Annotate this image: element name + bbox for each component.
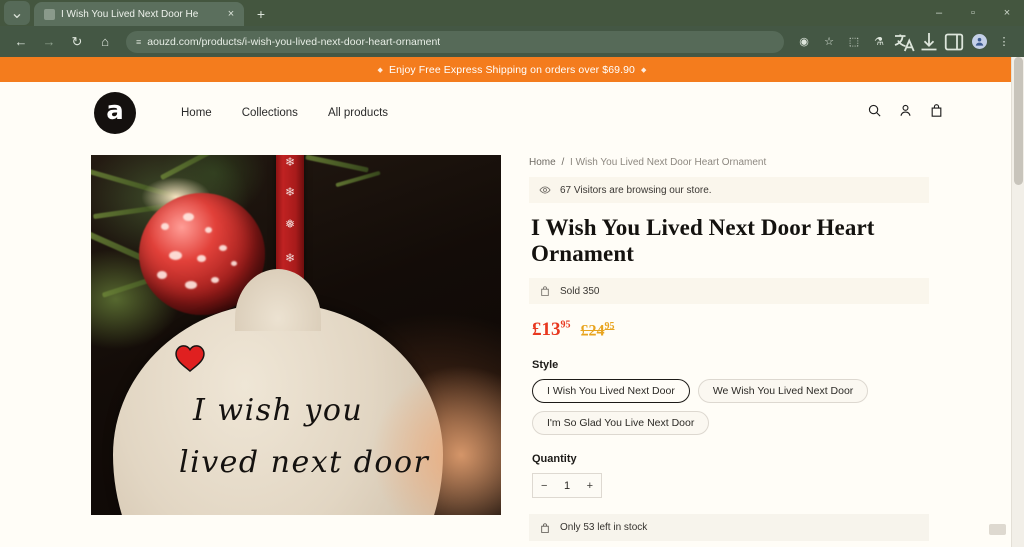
cart-bag-icon[interactable] [929, 103, 944, 123]
snowflake-icon: ❄ [284, 251, 296, 265]
account-icon[interactable] [898, 103, 913, 123]
style-option-1[interactable]: I Wish You Lived Next Door [532, 379, 690, 403]
promo-dot-right-icon: ◆ [640, 66, 647, 74]
scrollbar-thumb[interactable] [1014, 57, 1023, 185]
floating-widget-button[interactable] [989, 524, 1006, 535]
page-title: I Wish You Lived Next Door Heart Ornamen… [531, 215, 875, 266]
close-window-button[interactable]: × [990, 0, 1024, 26]
tab-title: I Wish You Lived Next Door He [61, 8, 199, 20]
current-price: £1395 [532, 319, 571, 341]
breadcrumb-separator: / [561, 157, 565, 168]
warm-bokeh [371, 365, 501, 515]
quantity-label: Quantity [532, 453, 577, 465]
breadcrumb-current: I Wish You Lived Next Door Heart Ornamen… [570, 157, 767, 168]
sold-text: Sold 350 [560, 285, 600, 297]
product-hero-image[interactable]: ❄ ❄ ❅ ❄ ❅ ❄ I wish you lived next door [91, 155, 501, 515]
stock-notice: Only 53 left in stock [529, 514, 929, 541]
minimize-button[interactable]: – [922, 0, 956, 26]
original-price-cents: 95 [604, 320, 615, 332]
quantity-decrement-button[interactable]: − [541, 480, 547, 492]
tracking-protection-icon[interactable]: ◉ [792, 30, 816, 54]
search-icon[interactable] [867, 103, 882, 123]
bookmark-star-icon[interactable]: ☆ [817, 30, 841, 54]
maximize-button[interactable]: ▫ [956, 0, 990, 26]
site-header: a Home Collections All products [0, 82, 1024, 144]
cart-bag-icon [541, 286, 549, 296]
style-option-2[interactable]: We Wish You Lived Next Door [697, 379, 869, 403]
quantity-increment-button[interactable]: + [587, 480, 593, 492]
back-icon[interactable]: ← [8, 30, 34, 54]
page-scrollbar[interactable] [1011, 57, 1024, 547]
downloads-icon[interactable] [917, 30, 941, 54]
cart-bag-icon [541, 522, 549, 533]
profile-avatar-button[interactable] [967, 30, 991, 54]
toolbar-icon-group: ◉ ☆ ⬚ ⚗ ⋮ [792, 30, 1016, 54]
main-navigation: Home Collections All products [181, 107, 388, 119]
product-section: ❄ ❄ ❅ ❄ ❅ ❄ I wish you lived next door [0, 144, 1024, 547]
current-price-whole: £13 [532, 319, 561, 340]
site-info-icon[interactable]: ≡ [136, 37, 141, 47]
current-price-cents: 95 [560, 319, 571, 331]
nav-item-home[interactable]: Home [181, 107, 212, 119]
forward-icon[interactable]: → [36, 30, 62, 54]
header-icon-group [867, 103, 944, 123]
quantity-value[interactable]: 1 [564, 480, 570, 492]
red-heart-icon [175, 345, 205, 372]
style-options: I Wish You Lived Next Door We Wish You L… [532, 379, 929, 435]
tab-strip: ⌄ I Wish You Lived Next Door He × + – ▫ … [0, 0, 1024, 26]
breadcrumb: Home / I Wish You Lived Next Door Heart … [529, 157, 929, 168]
visitors-notice: 67 Visitors are browsing our store. [529, 177, 929, 203]
page-favicon [44, 8, 55, 20]
snowflake-icon: ❅ [284, 217, 296, 231]
browser-toolbar: ← → ↻ ⌂ ≡ aouzd.com/products/i-wish-you-… [0, 26, 1024, 57]
address-bar[interactable]: ≡ aouzd.com/products/i-wish-you-lived-ne… [126, 30, 784, 53]
original-price: £2495 [581, 321, 615, 340]
product-gallery: ❄ ❄ ❅ ❄ ❅ ❄ I wish you lived next door [91, 155, 501, 547]
url-text: aouzd.com/products/i-wish-you-lived-next… [147, 35, 441, 48]
price-block: £1395 £2495 [532, 319, 929, 341]
tab-search-button[interactable]: ⌄ [4, 1, 30, 25]
window-controls: – ▫ × [922, 0, 1024, 26]
site-logo[interactable]: a [94, 92, 136, 134]
page-viewport: ◆ Enjoy Free Express Shipping on orders … [0, 57, 1024, 547]
ornament-text-line-1: I wish you [193, 393, 364, 428]
home-icon[interactable]: ⌂ [92, 30, 118, 54]
side-panel-icon[interactable] [942, 30, 966, 54]
product-info: Home / I Wish You Lived Next Door Heart … [529, 155, 929, 547]
stock-text: Only 53 left in stock [560, 522, 648, 533]
sold-notice: Sold 350 [529, 278, 929, 304]
avatar [971, 34, 987, 49]
snowflake-icon: ❄ [284, 185, 296, 199]
visitors-text: 67 Visitors are browsing our store. [560, 184, 712, 196]
promo-banner: ◆ Enjoy Free Express Shipping on orders … [0, 57, 1024, 82]
browser-tab[interactable]: I Wish You Lived Next Door He × [34, 2, 244, 26]
eye-icon [539, 186, 551, 194]
new-tab-button[interactable]: + [252, 6, 270, 22]
nav-item-all-products[interactable]: All products [328, 107, 388, 119]
translate-icon[interactable] [892, 30, 916, 54]
lab-flask-icon[interactable]: ⚗ [867, 30, 891, 54]
style-option-3[interactable]: I'm So Glad You Live Next Door [532, 411, 710, 435]
breadcrumb-home[interactable]: Home [529, 157, 556, 168]
quantity-stepper[interactable]: − 1 + [532, 473, 602, 498]
original-price-whole: £24 [580, 322, 605, 339]
reload-icon[interactable]: ↻ [64, 30, 90, 54]
browser-menu-icon[interactable]: ⋮ [992, 30, 1016, 54]
close-icon[interactable]: × [224, 8, 238, 20]
style-label: Style [532, 359, 559, 371]
promo-dot-left-icon: ◆ [377, 66, 384, 74]
browser-window: ⌄ I Wish You Lived Next Door He × + – ▫ … [0, 0, 1024, 547]
extensions-icon[interactable]: ⬚ [842, 30, 866, 54]
ornament-text-line-2: lived next door [179, 445, 430, 480]
nav-item-collections[interactable]: Collections [242, 107, 298, 119]
snowflake-icon: ❄ [284, 155, 296, 169]
promo-text: Enjoy Free Express Shipping on orders ov… [389, 63, 635, 76]
